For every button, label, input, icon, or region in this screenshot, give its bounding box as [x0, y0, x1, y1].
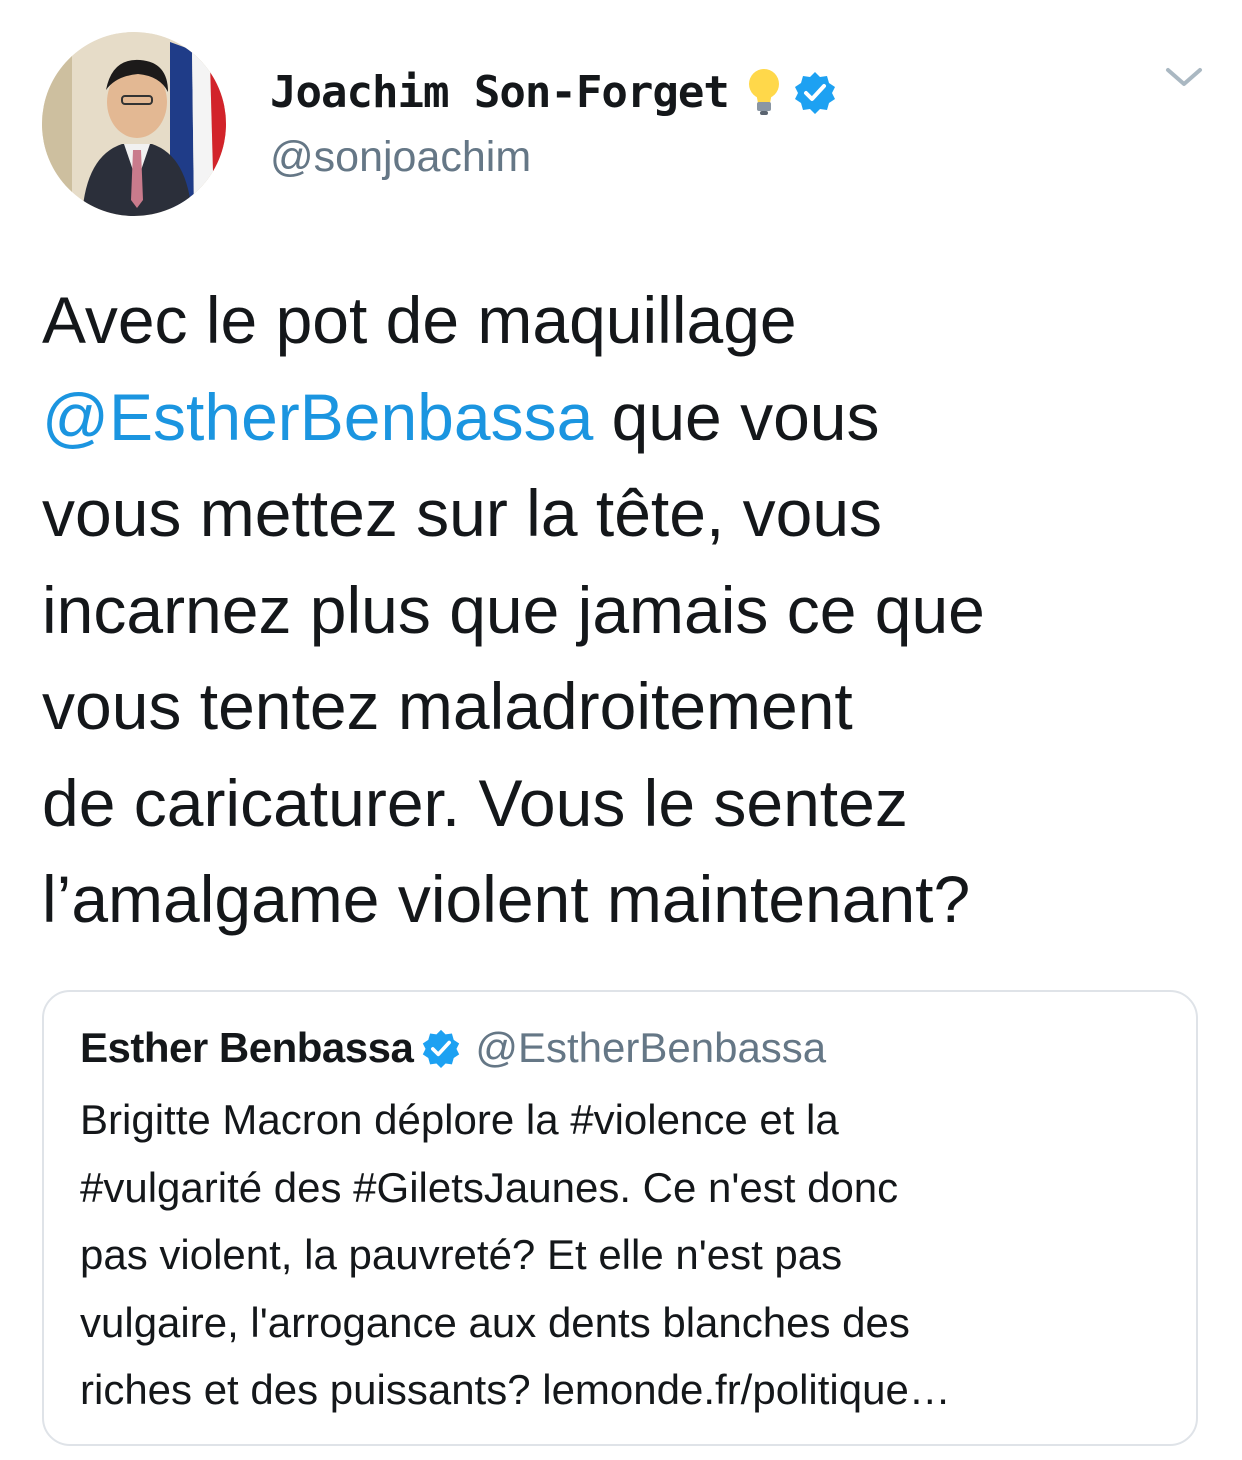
tweet-text-line: vous mettez sur la tête, vous [42, 465, 1212, 562]
tweet-text-segment: vous tentez maladroitement [42, 669, 853, 743]
lightbulb-icon [745, 67, 783, 117]
tweet-text-segment: incarnez plus que jamais ce que [42, 572, 985, 647]
quoted-tweet-text: Brigitte Macron déplore la #violence et … [80, 1086, 1170, 1424]
verified-badge-icon [793, 70, 837, 114]
author-display-name[interactable]: Joachim Son-Forget [270, 67, 730, 118]
mention-link[interactable]: @EstherBenbassa [42, 380, 593, 454]
author-handle[interactable]: @sonjoachim [270, 133, 531, 182]
tweet-text-segment: Avec le pot de maquillage [42, 283, 797, 357]
tweet-text-segment: que vous [593, 379, 880, 454]
quoted-display-name: Esther Benbassa [80, 1024, 414, 1071]
quoted-tweet-card[interactable]: Esther Benbassa @EstherBenbassa Brigitte… [42, 990, 1198, 1446]
avatar[interactable] [42, 32, 226, 216]
tweet-text-line: de caricaturer. Vous le sentez [42, 755, 1212, 852]
quoted-tweet-line: Brigitte Macron déplore la #violence et … [80, 1096, 839, 1143]
quoted-handle: @EstherBenbassa [475, 1024, 827, 1071]
tweet: Joachim Son-Forget @sonjoachim Avec le p… [0, 0, 1242, 1460]
tweet-text: Avec le pot de maquillage @EstherBenbassa… [42, 272, 1212, 948]
quoted-tweet-header: Esther Benbassa @EstherBenbassa [80, 1018, 826, 1078]
tweet-text-line: vous tentez maladroitement [42, 658, 1212, 755]
tweet-text-line: Avec le pot de maquillage [42, 272, 1212, 369]
tweet-text-line: incarnez plus que jamais ce que [42, 562, 1212, 659]
tweet-text-line: l’amalgame violent maintenant? [42, 851, 1212, 948]
tweet-text-segment: l’amalgame violent maintenant? [42, 862, 971, 936]
author-header: Joachim Son-Forget [270, 62, 837, 122]
verified-badge-icon [421, 1028, 461, 1068]
quoted-tweet-line: vulgaire, l'arrogance aux dents blanches… [80, 1298, 910, 1346]
chevron-down-icon[interactable] [1162, 62, 1206, 92]
tweet-text-segment: de caricaturer. Vous le sentez [42, 765, 908, 840]
tweet-text-line: @EstherBenbassa que vous [42, 369, 1212, 466]
tweet-text-segment: vous mettez sur la tête, vous [42, 476, 883, 550]
quoted-tweet-line: #vulgarité des #GiletsJaunes. Ce n'est d… [80, 1163, 899, 1211]
quoted-tweet-line: riches et des puissants? lemonde.fr/poli… [80, 1366, 951, 1413]
quoted-tweet-line: pas violent, la pauvreté? Et elle n'est … [80, 1231, 843, 1278]
